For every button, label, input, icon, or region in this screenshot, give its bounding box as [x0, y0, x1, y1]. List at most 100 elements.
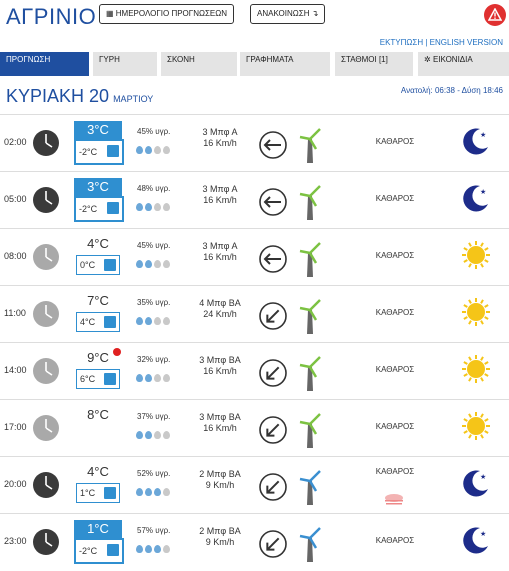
min-temperature: -2°C [74, 538, 124, 564]
drop-icon [136, 146, 143, 154]
sun-icon [460, 239, 492, 276]
wind-turbine-icon [296, 125, 324, 170]
time-label: 23:00 [4, 536, 27, 546]
print-english-links[interactable]: ΕΚΤΥΠΩΣΗ | ENGLISH VERSION [380, 38, 503, 47]
max-temperature: 4°C [87, 464, 109, 479]
wind-speed: 16 Km/h [203, 195, 237, 205]
clock-icon [32, 186, 60, 219]
forecast-calendar-button[interactable]: ▦ ΗΜΕΡΟΛΟΓΙΟ ΠΡΟΓΝΩΣΕΩΝ [99, 4, 234, 24]
humidity: 52% υγρ. [137, 469, 171, 478]
wind-turbine-icon [296, 467, 324, 512]
moon-icon: ★ [460, 125, 492, 162]
thermometer-icon [104, 487, 116, 499]
time-label: 05:00 [4, 194, 27, 204]
wind-direction-icon [258, 244, 288, 279]
min-temperature: 1°C [76, 483, 120, 503]
wind-beaufort: 3 Μπφ ΒΑ [199, 355, 241, 365]
thermometer-icon [107, 145, 119, 157]
sun-icon [460, 410, 492, 447]
table-row: 14:00 9°C 6°C 32% υγρ. 3 Μπφ ΒΑ 16 Km/h ΚΑΘΑΡΟ… [0, 342, 509, 400]
min-temperature: 4°C [76, 312, 120, 332]
wind-info: 3 Μπφ Α 16 Km/h [180, 184, 260, 206]
alert-icon[interactable] [484, 4, 506, 26]
arrow-icon: ↴ [309, 9, 319, 18]
drop-icon [154, 317, 161, 325]
svg-text:★: ★ [480, 530, 486, 538]
sun-icon [460, 296, 492, 333]
max-temperature: 1°C [74, 520, 122, 538]
drop-icon [145, 488, 152, 496]
min-temperature-value: 6°C [80, 374, 96, 384]
clock-icon [32, 528, 60, 561]
wind-beaufort: 2 Μπφ ΒΑ [199, 469, 241, 479]
humidity-drops [136, 198, 172, 216]
wind-info: 4 Μπφ ΒΑ 24 Km/h [180, 298, 260, 320]
time-label: 17:00 [4, 422, 27, 432]
thermometer-icon [104, 316, 116, 328]
min-temperature-value: -2°C [79, 147, 98, 157]
humidity: 32% υγρ. [137, 355, 171, 364]
weather-description: ΚΑΘΑΡΟΣ [375, 422, 415, 431]
drop-icon [136, 431, 143, 439]
moon-icon: ★ [460, 524, 492, 561]
tab-charts[interactable]: ΓΡΑΦΗΜΑΤΑ [240, 52, 330, 76]
table-row: 20:00 4°C 1°C 52% υγρ. 2 Μπφ ΒΑ 9 Km/h ΚΑΘΑΡΟΣ… [0, 456, 509, 514]
humidity-drops [136, 426, 172, 444]
announcement-button[interactable]: ΑΝΑΚΟΙΝΩΣΗ ↴ [250, 4, 326, 24]
min-temperature-value: 1°C [80, 488, 96, 498]
wind-info: 3 Μπφ Α 16 Km/h [180, 241, 260, 263]
wind-direction-icon [258, 472, 288, 507]
time-label: 08:00 [4, 251, 27, 261]
wind-direction-icon [258, 301, 288, 336]
thermometer-icon [104, 373, 116, 385]
drop-icon [145, 374, 152, 382]
min-temperature-value: 4°C [80, 317, 96, 327]
sun-icon [460, 353, 492, 390]
time-label: 20:00 [4, 479, 27, 489]
fog-icon [383, 493, 405, 512]
thermometer-icon [107, 544, 119, 556]
drop-icon [154, 146, 161, 154]
drop-icon [136, 374, 143, 382]
drop-icon [163, 260, 170, 268]
drop-icon [145, 203, 152, 211]
min-temperature: 6°C [76, 369, 120, 389]
calendar-icon: ▦ [106, 9, 116, 18]
time-label: 11:00 [4, 308, 26, 318]
weather-description: ΚΑΘΑΡΟΣ [375, 251, 415, 260]
wind-speed: 16 Km/h [203, 366, 237, 376]
drop-icon [136, 545, 143, 553]
temperature-box: 7°C 4°C [74, 292, 122, 334]
humidity-drops [136, 312, 172, 330]
tab-icons[interactable]: ✲ ΕΙΚΟΝΙΔΙΑ [418, 52, 509, 76]
temperature-box: 4°C 1°C [74, 463, 122, 505]
min-temperature: 0°C [76, 255, 120, 275]
drop-icon [145, 260, 152, 268]
drop-icon [136, 488, 143, 496]
tab-pollen[interactable]: ΓΥΡΗ [93, 52, 157, 76]
tab-stations[interactable]: ΣΤΑΘΜΟΙ [1] [335, 52, 413, 76]
wind-turbine-icon [296, 524, 324, 569]
table-row: 05:00 3°C -2°C 48% υγρ. 3 Μπφ Α 16 Km/h ΚΑΘΑΡΟ… [0, 171, 509, 229]
wind-info: 3 Μπφ ΒΑ 16 Km/h [180, 412, 260, 434]
max-temperature: 4°C [87, 236, 109, 251]
drop-icon [163, 374, 170, 382]
clock-icon [32, 471, 60, 504]
table-row: 17:00 8°C 37% υγρ. 3 Μπφ ΒΑ 16 Km/h ΚΑΘΑΡΟΣ [0, 399, 509, 457]
humidity: 45% υγρ. [137, 127, 171, 136]
city-title: ΑΓΡΙΝΙΟ [6, 4, 97, 29]
day-title: ΚΥΡΙΑΚΗ 20 ΜΑΡΤΙΟΥ [6, 86, 154, 106]
wind-turbine-icon [296, 182, 324, 227]
day-header: ΚΥΡΙΑΚΗ 20 ΜΑΡΤΙΟΥ Ανατολή: 06:38 - Δύση … [0, 84, 509, 114]
wind-speed: 9 Km/h [205, 480, 235, 490]
tab-dust[interactable]: ΣΚΟΝΗ [161, 52, 237, 76]
drop-icon [154, 431, 161, 439]
drop-icon [145, 431, 152, 439]
drop-icon [145, 545, 152, 553]
tab-forecast[interactable]: ΠΡΟΓΝΩΣΗ [0, 52, 89, 76]
wind-beaufort: 3 Μπφ Α [202, 184, 238, 194]
drop-icon [163, 317, 170, 325]
moon-icon: ★ [460, 467, 492, 504]
tab-bar: ΠΡΟΓΝΩΣΗ ΓΥΡΗ ΣΚΟΝΗ ΓΡΑΦΗΜΑΤΑ ΣΤΑΘΜΟΙ [1… [0, 52, 509, 78]
drop-icon [154, 488, 161, 496]
